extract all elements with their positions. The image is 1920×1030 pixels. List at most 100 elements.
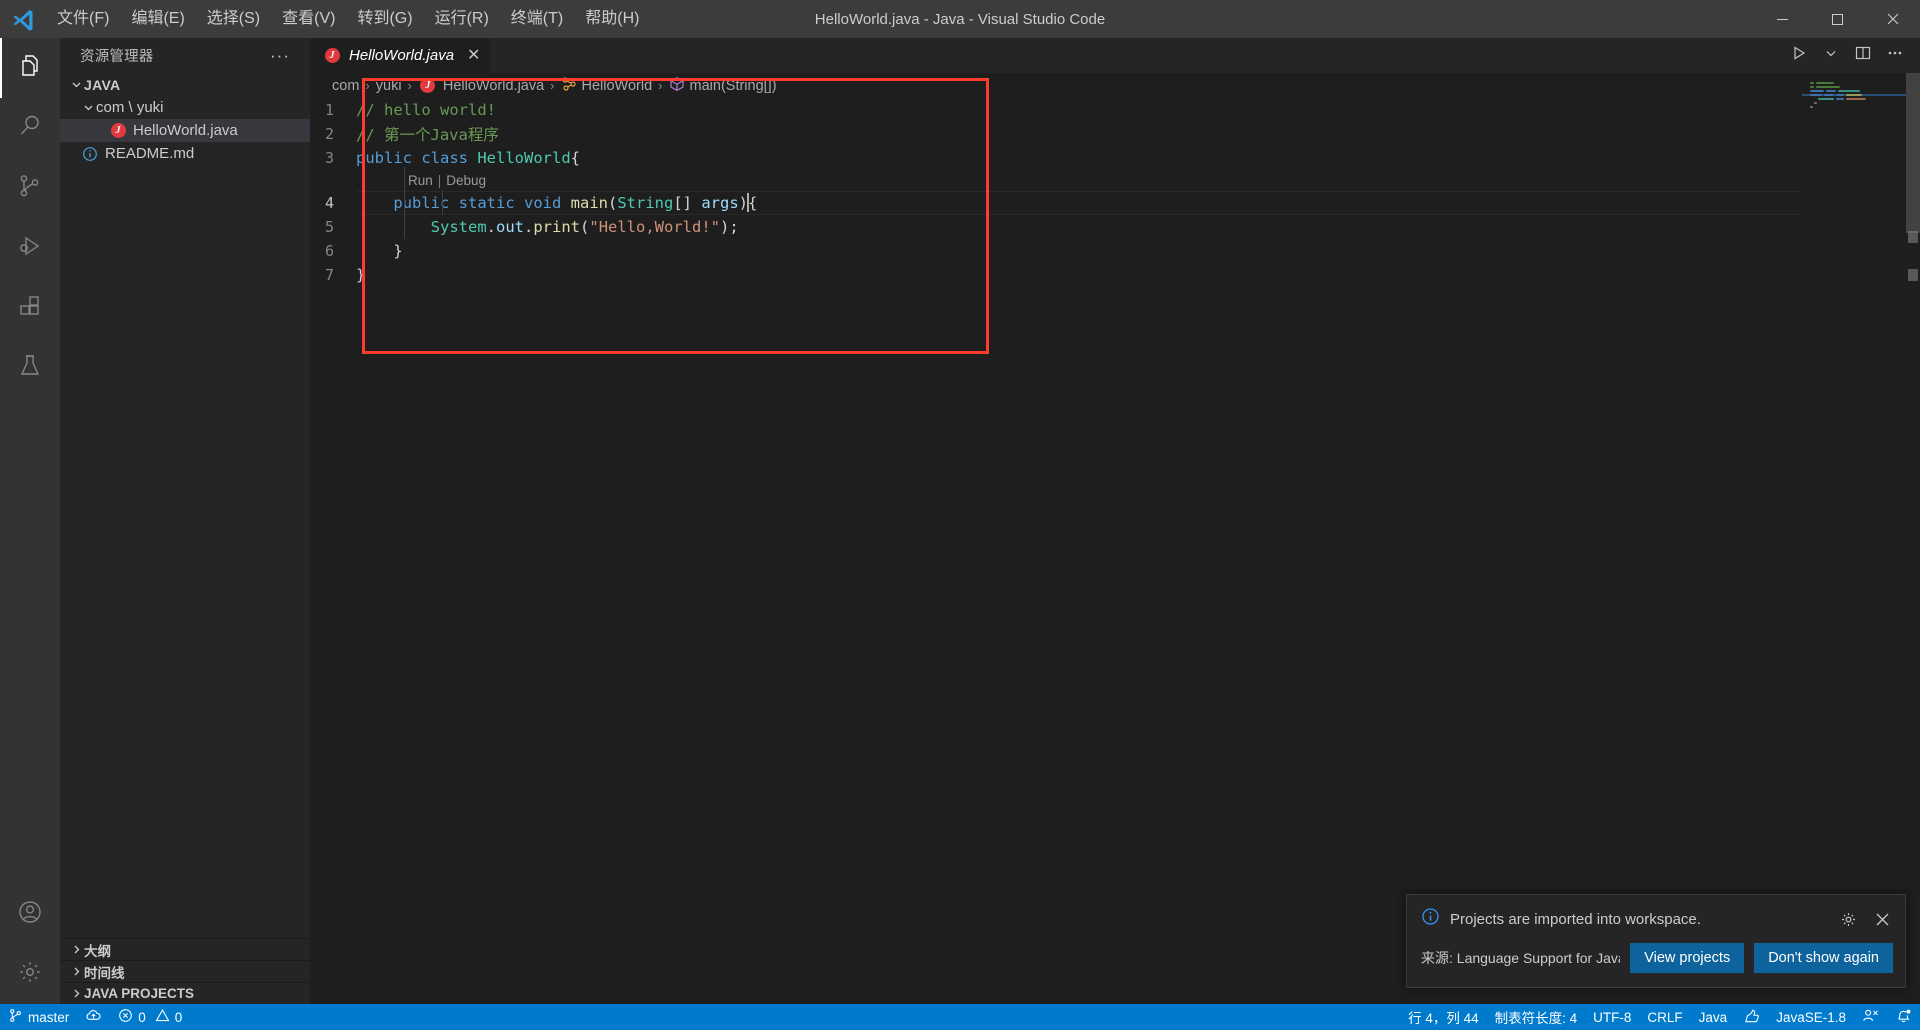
menu-file[interactable]: 文件(F) <box>46 0 120 38</box>
view-projects-button[interactable]: View projects <box>1630 943 1745 973</box>
menu-terminal[interactable]: 终端(T) <box>500 0 574 38</box>
breadcrumb: com › yuki › J HelloWorld.java › HelloWo… <box>310 73 1802 98</box>
maximize-button[interactable] <box>1810 0 1865 38</box>
activity-accounts[interactable] <box>0 884 60 944</box>
gear-icon <box>17 959 43 990</box>
minimize-button[interactable] <box>1755 0 1810 38</box>
text-caret <box>747 192 749 212</box>
line-text: System.out.print("Hello,World!"); <box>430 218 739 236</box>
window-controls <box>1755 0 1920 38</box>
status-language-mode[interactable]: Java <box>1691 1004 1736 1030</box>
tab-close-icon[interactable]: ✕ <box>467 47 480 64</box>
activity-settings[interactable] <box>0 944 60 1004</box>
line-number: 5 <box>324 218 334 236</box>
status-sync[interactable] <box>77 1004 110 1030</box>
line-text: // 第一个Java程序 <box>356 126 499 144</box>
indent-guide <box>442 191 443 215</box>
menu-view[interactable]: 查看(V) <box>271 0 346 38</box>
breadcrumb-separator: › <box>365 78 370 93</box>
status-eol[interactable]: CRLF <box>1639 1004 1690 1030</box>
code-line: 7 } <box>310 263 1802 287</box>
line-number: 3 <box>324 149 334 167</box>
menu-run[interactable]: 运行(R) <box>424 0 500 38</box>
status-notifications[interactable] <box>1887 1004 1920 1030</box>
notification-toast[interactable]: Projects are imported into workspace. 来源… <box>1406 894 1906 988</box>
tab-label: HelloWorld.java <box>349 47 455 64</box>
status-feedback[interactable] <box>1735 1004 1768 1030</box>
breadcrumb-method-label: main(String[]) <box>689 77 777 94</box>
status-branch-label: master <box>28 1009 70 1025</box>
panel-java-projects[interactable]: JAVA PROJECTS <box>60 982 310 1004</box>
codelens-run-link[interactable]: Run <box>408 173 433 188</box>
close-button[interactable] <box>1865 0 1920 38</box>
code-editor-content[interactable]: 1 // hello world! 2 // 第一个Java程序 3 publi… <box>310 98 1920 287</box>
scrollbar-decoration <box>1908 269 1918 281</box>
source-control-icon <box>17 173 43 204</box>
status-remote[interactable] <box>1854 1004 1887 1030</box>
notification-settings-gear-icon[interactable] <box>1837 908 1859 930</box>
status-branch[interactable]: master <box>0 1004 77 1030</box>
code-line: 6 } <box>310 239 1802 263</box>
activity-source-control[interactable] <box>0 158 60 218</box>
activity-run-debug[interactable] <box>0 218 60 278</box>
line-text: public static void main(String[] args){ <box>393 192 758 212</box>
codelens-debug-link[interactable]: Debug <box>446 173 486 188</box>
breadcrumb-file[interactable]: J HelloWorld.java <box>418 78 544 94</box>
scrollbar-decoration <box>1908 231 1918 243</box>
status-java-runtime[interactable]: JavaSE-1.8 <box>1768 1004 1854 1030</box>
run-code-button[interactable] <box>1784 38 1814 73</box>
scrollbar-thumb[interactable] <box>1906 73 1920 233</box>
breadcrumb-separator: › <box>550 78 555 93</box>
search-icon <box>17 113 43 144</box>
more-editor-actions-button[interactable] <box>1880 38 1910 73</box>
editor-vertical-scrollbar[interactable] <box>1906 73 1920 1004</box>
menu-help[interactable]: 帮助(H) <box>574 0 650 38</box>
sidebar-more-actions-icon[interactable]: ··· <box>270 46 290 66</box>
minimap[interactable] <box>1802 73 1920 1004</box>
chevron-down-icon <box>80 101 96 114</box>
notification-close-icon[interactable] <box>1871 908 1893 930</box>
code-area[interactable]: com › yuki › J HelloWorld.java › HelloWo… <box>310 73 1920 1004</box>
activity-search[interactable] <box>0 98 60 158</box>
chevron-right-icon <box>68 965 84 978</box>
split-editor-button[interactable] <box>1848 38 1878 73</box>
breadcrumb-com[interactable]: com <box>332 78 359 94</box>
breadcrumb-method[interactable]: main(String[]) <box>669 76 777 96</box>
method-icon <box>669 76 685 96</box>
menu-goto[interactable]: 转到(G) <box>346 0 423 38</box>
activity-explorer[interactable] <box>0 38 60 98</box>
status-warning-count: 0 <box>174 1009 183 1025</box>
run-options-chevron[interactable] <box>1816 38 1846 73</box>
status-indentation[interactable]: 制表符长度: 4 <box>1487 1004 1586 1030</box>
tree-file-helloworld-java[interactable]: J HelloWorld.java <box>60 119 310 142</box>
vscode-logo-icon <box>0 0 46 38</box>
tree-folder-com-yuki[interactable]: com \ yuki <box>60 96 310 119</box>
activity-extensions[interactable] <box>0 278 60 338</box>
menu-edit[interactable]: 编辑(E) <box>120 0 195 38</box>
account-icon <box>17 899 43 930</box>
tree-file-readme-md[interactable]: README.md <box>60 142 310 165</box>
error-icon <box>118 1008 133 1026</box>
chevron-down-icon <box>68 78 84 91</box>
status-problems[interactable]: 0 0 <box>110 1004 190 1030</box>
minimap-lines <box>1802 81 1920 109</box>
tree-root-java[interactable]: JAVA <box>60 73 310 96</box>
info-icon <box>1421 907 1440 931</box>
menu-selection[interactable]: 选择(S) <box>196 0 271 38</box>
activity-testing[interactable] <box>0 338 60 398</box>
status-bar-right: 行 4，列 44 制表符长度: 4 UTF-8 CRLF Java JavaSE… <box>1400 1004 1920 1030</box>
panel-timeline[interactable]: 时间线 <box>60 960 310 982</box>
status-encoding[interactable]: UTF-8 <box>1585 1004 1639 1030</box>
minimap-row <box>1810 105 1866 109</box>
breadcrumb-separator: › <box>658 78 663 93</box>
dont-show-again-button[interactable]: Don't show again <box>1754 943 1893 973</box>
tab-helloworld-java[interactable]: J HelloWorld.java ✕ <box>310 38 492 73</box>
java-file-icon: J <box>108 123 128 138</box>
panel-outline[interactable]: 大纲 <box>60 938 310 960</box>
breadcrumb-yuki[interactable]: yuki <box>376 78 402 94</box>
panel-timeline-label: 时间线 <box>84 965 125 981</box>
class-icon <box>561 76 577 96</box>
sidebar-explorer: 资源管理器 ··· JAVA com \ yuki J HelloWorld.j… <box>60 38 310 1004</box>
status-cursor-position[interactable]: 行 4，列 44 <box>1400 1004 1487 1030</box>
breadcrumb-class[interactable]: HelloWorld <box>561 76 652 96</box>
